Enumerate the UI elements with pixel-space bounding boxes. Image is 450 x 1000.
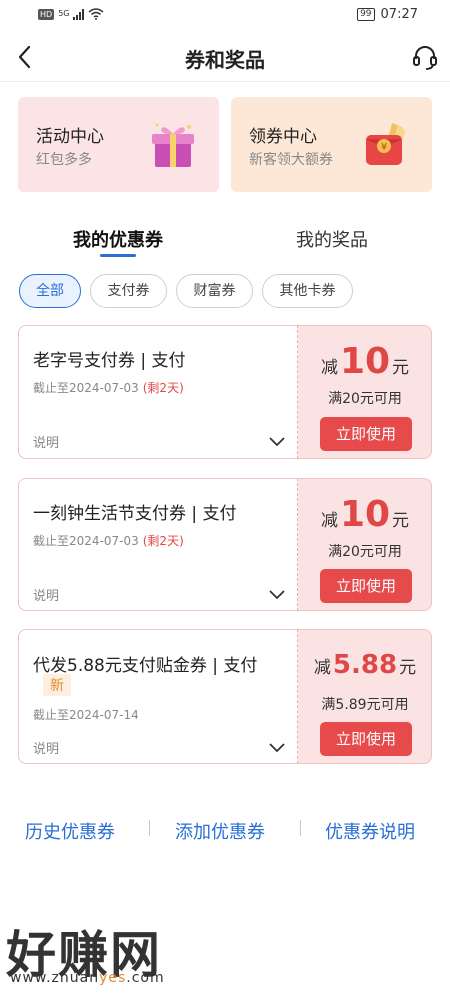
- coupon-expiry-date: 截止至2024-07-03: [33, 381, 139, 395]
- coupon-unit: 元: [392, 358, 410, 378]
- chevron-down-icon[interactable]: [267, 588, 287, 602]
- coupon-unit: 元: [399, 658, 417, 678]
- red-envelope-icon: ¥: [366, 123, 406, 165]
- coupon-remaining: (剩2天): [142, 381, 184, 395]
- coupon-center-title: 领券中心: [249, 127, 317, 147]
- coupon-amount: 10: [339, 494, 391, 535]
- coupon-description-toggle[interactable]: 说明: [33, 432, 59, 451]
- network-type: 5G: [58, 9, 70, 18]
- coupon-expiry-date: 截止至2024-07-03: [33, 534, 139, 548]
- activity-center-subtitle: 红包多多: [36, 152, 92, 168]
- coupon-minus-label: 减: [320, 358, 338, 378]
- coupon-expiry-date: 截止至2024-07-14: [33, 708, 139, 722]
- coupon-condition: 满20元可用: [328, 544, 402, 560]
- add-coupon-link[interactable]: 添加优惠券: [175, 818, 265, 844]
- coupon-value-panel: 减5.88 元 满5.89元可用 立即使用: [298, 629, 432, 764]
- watermark-url-prefix: www.zhuan: [10, 970, 100, 986]
- headset-icon[interactable]: [410, 42, 440, 72]
- coupon-amount-row: 减10 元: [298, 341, 432, 382]
- coupon-description-toggle[interactable]: 说明: [33, 738, 59, 757]
- footer-divider: [149, 820, 150, 836]
- status-left: HD 5G: [38, 8, 104, 20]
- status-bar: HD 5G 99 07:27: [0, 0, 450, 32]
- coupon-minus-label: 减: [313, 658, 331, 678]
- use-now-button[interactable]: 立即使用: [320, 722, 412, 756]
- coupon-amount-row: 减10 元: [298, 494, 432, 535]
- coupon-amount: 10: [339, 341, 391, 382]
- coupon-condition: 满20元可用: [328, 391, 402, 407]
- coupon-amount-row: 减5.88 元: [298, 650, 432, 680]
- status-time: 07:27: [380, 7, 418, 22]
- coupon-expiry: 截止至2024-07-03 (剩2天): [33, 379, 184, 396]
- coupon-minus-label: 减: [320, 511, 338, 531]
- activity-center-title: 活动中心: [36, 127, 104, 147]
- filter-chip-wealth[interactable]: 财富券: [176, 274, 253, 308]
- chevron-down-icon[interactable]: [267, 741, 287, 755]
- signal-bars-icon: [73, 8, 85, 20]
- filter-chip-all[interactable]: 全部: [19, 274, 81, 308]
- status-right: 99 07:27: [357, 7, 418, 22]
- tab-my-prizes[interactable]: 我的奖品: [284, 226, 380, 252]
- gift-box-icon: [152, 123, 194, 167]
- watermark-url-suffix: .com: [126, 970, 165, 986]
- new-badge: 新: [43, 674, 71, 696]
- coupon-expiry: 截止至2024-07-14: [33, 706, 139, 723]
- use-now-button[interactable]: 立即使用: [320, 417, 412, 451]
- coupon-title: 一刻钟生活节支付券 | 支付: [33, 504, 237, 524]
- coupon-help-link[interactable]: 优惠券说明: [325, 818, 415, 844]
- coupon-title: 老字号支付券 | 支付: [33, 351, 186, 371]
- coupon-unit: 元: [392, 511, 410, 531]
- coupon-expiry: 截止至2024-07-03 (剩2天): [33, 532, 184, 549]
- coupon-card: 代发5.88元支付贴金券 | 支付 新 截止至2024-07-14 说明 减5.…: [18, 629, 432, 764]
- coupon-remaining: (剩2天): [142, 534, 184, 548]
- app-header: 券和奖品: [0, 32, 450, 82]
- coupon-center-subtitle: 新客领大额券: [249, 152, 333, 168]
- coupon-card: 老字号支付券 | 支付 截止至2024-07-03 (剩2天) 说明 减10 元 满…: [18, 325, 432, 459]
- network-hd-badge: HD: [38, 8, 55, 20]
- coupon-card: 一刻钟生活节支付券 | 支付 截止至2024-07-03 (剩2天) 说明 减10…: [18, 478, 432, 611]
- filter-chip-payment[interactable]: 支付券: [90, 274, 167, 308]
- history-coupons-link[interactable]: 历史优惠券: [25, 818, 115, 844]
- tab-active-indicator: [100, 254, 136, 257]
- svg-text:¥: ¥: [381, 142, 387, 153]
- coupon-condition: 满5.89元可用: [321, 697, 409, 713]
- coupon-info: 代发5.88元支付贴金券 | 支付 新 截止至2024-07-14 说明: [18, 629, 298, 764]
- coupon-amount: 5.88: [332, 650, 398, 680]
- coupon-title: 代发5.88元支付贴金券 | 支付: [33, 656, 258, 676]
- filter-chip-other[interactable]: 其他卡券: [262, 274, 353, 308]
- coupon-center-card[interactable]: 领券中心 新客领大额券 ¥: [231, 97, 432, 192]
- coupon-value-panel: 减10 元 满20元可用 立即使用: [298, 478, 432, 611]
- use-now-button[interactable]: 立即使用: [320, 569, 412, 603]
- coupon-description-toggle[interactable]: 说明: [33, 585, 59, 604]
- activity-center-card[interactable]: 活动中心 红包多多: [18, 97, 219, 192]
- coupon-info: 一刻钟生活节支付券 | 支付 截止至2024-07-03 (剩2天) 说明: [18, 478, 298, 611]
- coupon-value-panel: 减10 元 满20元可用 立即使用: [298, 325, 432, 459]
- battery-icon: 99: [357, 8, 375, 21]
- wifi-icon: [88, 8, 104, 20]
- watermark-url: www.zhuanyes.com: [10, 970, 165, 986]
- coupon-info: 老字号支付券 | 支付 截止至2024-07-03 (剩2天) 说明: [18, 325, 298, 459]
- tab-my-coupons[interactable]: 我的优惠券: [62, 226, 174, 252]
- page-title: 券和奖品: [185, 48, 265, 72]
- footer-divider: [300, 820, 301, 836]
- watermark-url-highlight: yes: [99, 970, 127, 986]
- chevron-down-icon[interactable]: [267, 435, 287, 449]
